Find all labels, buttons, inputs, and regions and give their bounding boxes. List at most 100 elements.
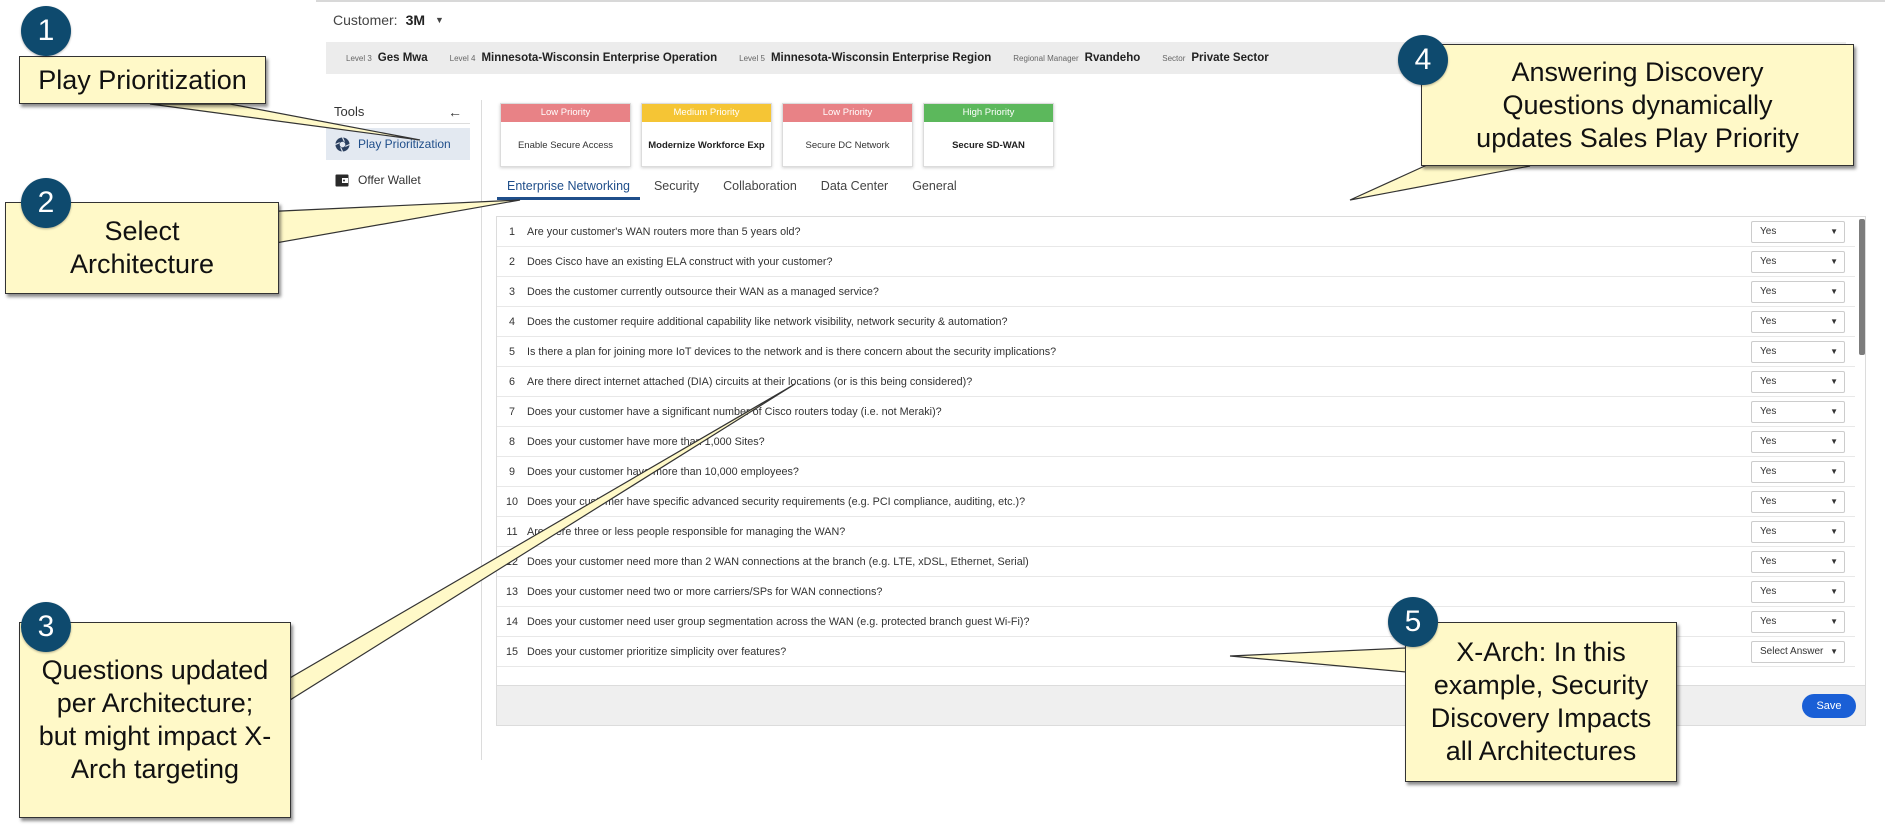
answer-select[interactable]: Yes ▼ xyxy=(1751,491,1845,513)
answer-select[interactable]: Yes ▼ xyxy=(1751,311,1845,333)
question-number: 6 xyxy=(508,375,515,388)
priority-cards: Low Priority Enable Secure Access Medium… xyxy=(500,103,1054,167)
step-badge-2: 2 xyxy=(21,178,71,228)
question-text: Are your customer's WAN routers more tha… xyxy=(527,225,801,238)
tool-play-prioritization[interactable]: Play Prioritization xyxy=(326,128,470,160)
question-number: 5 xyxy=(508,345,515,358)
answer-select[interactable]: Yes ▼ xyxy=(1751,461,1845,483)
answer-select[interactable]: Select Answer ▼ xyxy=(1751,641,1845,663)
question-number: 8 xyxy=(508,435,515,448)
question-text: Does your customer need two or more carr… xyxy=(527,585,883,598)
play-name: Secure SD-WAN xyxy=(952,139,1025,151)
hierarchy-regional-manager: Regional Manager Rvandeho xyxy=(1013,52,1141,64)
answer-select[interactable]: Yes ▼ xyxy=(1751,371,1845,393)
hierarchy-level-3: Level 3 Ges Mwa xyxy=(346,52,428,64)
question-number: 10 xyxy=(505,495,518,508)
tools-panel: Tools ← Play Prioritization Offer Wallet xyxy=(326,100,470,196)
customer-label: Customer: xyxy=(333,12,398,28)
step-badge-3: 3 xyxy=(21,602,71,652)
question-text: Does your customer have a significant nu… xyxy=(527,405,942,418)
question-text: Does your customer have more than 10,000… xyxy=(527,465,799,478)
tab-data-center[interactable]: Data Center xyxy=(811,176,898,200)
callout-3: Questions updated per Architecture; but … xyxy=(19,622,291,818)
chevron-down-icon: ▼ xyxy=(1830,617,1838,626)
chevron-down-icon: ▼ xyxy=(1830,527,1838,536)
tab-general[interactable]: General xyxy=(902,176,966,200)
question-row: 13 Does your customer need two or more c… xyxy=(497,577,1855,607)
answer-select[interactable]: Yes ▼ xyxy=(1751,251,1845,273)
chevron-down-icon: ▼ xyxy=(1830,287,1838,296)
question-text: Does your customer need user group segme… xyxy=(527,615,1030,628)
question-number: 1 xyxy=(508,225,515,238)
priority-card[interactable]: Low Priority Enable Secure Access xyxy=(500,103,631,167)
answer-select[interactable]: Yes ▼ xyxy=(1751,221,1845,243)
question-row: 7 Does your customer have a significant … xyxy=(497,397,1855,427)
chevron-down-icon: ▼ xyxy=(1830,587,1838,596)
question-row: 8 Does your customer have more than 1,00… xyxy=(497,427,1855,457)
question-row: 15 Does your customer prioritize simplic… xyxy=(497,637,1855,667)
tools-header: Tools ← xyxy=(326,100,470,124)
question-number: 7 xyxy=(508,405,515,418)
tool-offer-wallet[interactable]: Offer Wallet xyxy=(326,164,470,196)
chevron-down-icon: ▼ xyxy=(1830,437,1838,446)
question-text: Does your customer need more than 2 WAN … xyxy=(527,555,1029,568)
priority-badge: Medium Priority xyxy=(642,104,771,122)
question-text: Does your customer have more than 1,000 … xyxy=(527,435,765,448)
chevron-down-icon: ▼ xyxy=(1830,377,1838,386)
question-row: 1 Are your customer's WAN routers more t… xyxy=(497,217,1855,247)
question-number: 14 xyxy=(505,615,518,628)
question-text: Does the customer currently outsource th… xyxy=(527,285,879,298)
answer-select[interactable]: Yes ▼ xyxy=(1751,431,1845,453)
priority-card[interactable]: High Priority Secure SD-WAN xyxy=(923,103,1054,167)
tools-title: Tools xyxy=(334,104,365,119)
question-row: 10 Does your customer have specific adva… xyxy=(497,487,1855,517)
architecture-tabs: Enterprise Networking Security Collabora… xyxy=(497,176,971,200)
question-row: 5 Is there a plan for joining more IoT d… xyxy=(497,337,1855,367)
question-number: 13 xyxy=(505,585,518,598)
callout-2: Select Architecture xyxy=(5,202,279,294)
hierarchy-level-5: Level 5 Minnesota-Wisconsin Enterprise R… xyxy=(739,52,992,64)
questions-scrollbar[interactable] xyxy=(1859,219,1865,355)
tab-collaboration[interactable]: Collaboration xyxy=(713,176,807,200)
panel-divider xyxy=(481,100,482,760)
discovery-questions-panel: 1 Are your customer's WAN routers more t… xyxy=(496,216,1866,686)
chevron-down-icon: ▼ xyxy=(1830,347,1838,356)
play-name: Enable Secure Access xyxy=(517,139,614,151)
question-number: 4 xyxy=(508,315,515,328)
question-text: Are there three or less people responsib… xyxy=(527,525,846,538)
priority-card[interactable]: Low Priority Secure DC Network xyxy=(782,103,913,167)
chevron-down-icon: ▼ xyxy=(1830,317,1838,326)
play-name: Modernize Workforce Exp xyxy=(648,139,765,151)
priority-card[interactable]: Medium Priority Modernize Workforce Exp xyxy=(641,103,772,167)
answer-select[interactable]: Yes ▼ xyxy=(1751,581,1845,603)
chevron-down-icon: ▼ xyxy=(1830,227,1838,236)
answer-select[interactable]: Yes ▼ xyxy=(1751,551,1845,573)
top-divider xyxy=(316,0,1885,2)
hierarchy-bar: Level 3 Ges Mwa Level 4 Minnesota-Wiscon… xyxy=(326,42,1846,74)
question-number: 12 xyxy=(505,555,518,568)
priority-badge: High Priority xyxy=(924,104,1053,122)
tab-enterprise-networking[interactable]: Enterprise Networking xyxy=(497,176,640,200)
answer-select[interactable]: Yes ▼ xyxy=(1751,341,1845,363)
customer-value: 3M xyxy=(405,12,426,28)
answer-select[interactable]: Yes ▼ xyxy=(1751,281,1845,303)
callout-1: Play Prioritization xyxy=(19,56,266,104)
question-number: 15 xyxy=(505,645,518,658)
priority-badge: Low Priority xyxy=(501,104,630,122)
question-row: 11 Are there three or less people respon… xyxy=(497,517,1855,547)
question-row: 9 Does your customer have more than 10,0… xyxy=(497,457,1855,487)
question-row: 6 Are there direct internet attached (DI… xyxy=(497,367,1855,397)
answer-select[interactable]: Yes ▼ xyxy=(1751,521,1845,543)
question-text: Does your customer have specific advance… xyxy=(527,495,1026,508)
collapse-arrow-icon[interactable]: ← xyxy=(448,104,462,120)
chevron-down-icon: ▼ xyxy=(1830,257,1838,266)
tool-label: Play Prioritization xyxy=(358,137,451,151)
answer-select[interactable]: Yes ▼ xyxy=(1751,611,1845,633)
tab-security[interactable]: Security xyxy=(644,176,709,200)
answer-select[interactable]: Yes ▼ xyxy=(1751,401,1845,423)
customer-selector[interactable]: Customer: 3M ▼ xyxy=(333,10,444,30)
save-button[interactable]: Save xyxy=(1802,694,1856,718)
aperture-icon xyxy=(334,136,350,152)
question-number: 9 xyxy=(508,465,515,478)
question-text: Does your customer prioritize simplicity… xyxy=(527,645,787,658)
